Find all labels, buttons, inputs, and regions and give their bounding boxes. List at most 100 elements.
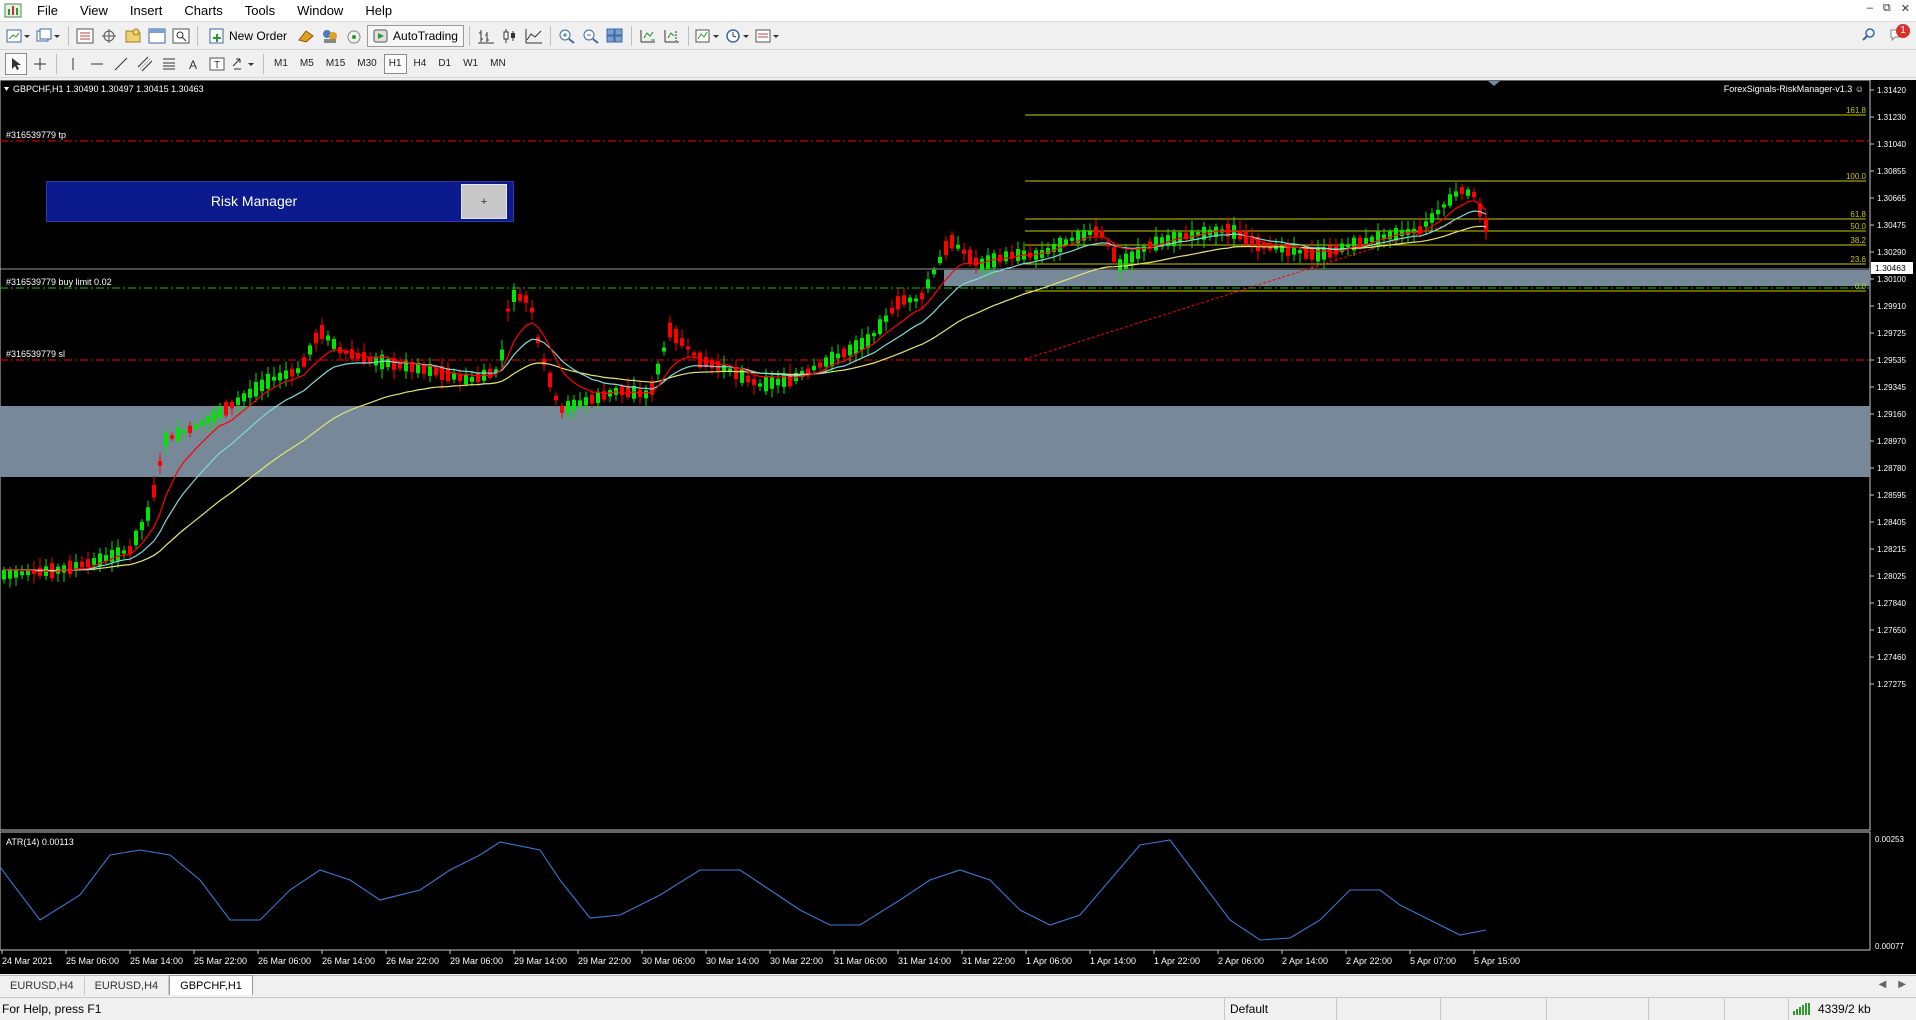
timeframe-h4[interactable]: H4 [409, 54, 432, 74]
candlestick-icon [503, 28, 515, 43]
candlestick-button[interactable] [499, 25, 521, 47]
restore-icon[interactable]: ⧉ [1883, 2, 1891, 15]
channel-button[interactable] [134, 53, 156, 75]
tab-eurusd-h4[interactable]: EURUSD,H4 [0, 977, 85, 995]
minimize-icon[interactable]: – [1867, 2, 1873, 15]
market-watch-button[interactable] [74, 25, 96, 47]
tab-scroll-left-icon[interactable]: ◀ [1879, 979, 1887, 990]
risk-manager-title[interactable]: Risk Manager [47, 182, 461, 221]
time-label: 2 Apr 22:00 [1346, 956, 1392, 966]
terminal-button[interactable] [146, 25, 168, 47]
search-icon[interactable] [1862, 27, 1876, 41]
fibonacci-icon [163, 58, 175, 69]
timeframe-mn[interactable]: MN [485, 54, 511, 74]
new-order-icon [209, 28, 224, 43]
fibonacci-button[interactable] [158, 53, 180, 75]
periods-button[interactable] [724, 25, 752, 47]
timeframe-m5[interactable]: M5 [295, 54, 319, 74]
arrows-button[interactable] [230, 53, 258, 75]
time-axis: 24 Mar 2021 25 Mar 06:00 25 Mar 14:00 25 Ma… [1, 950, 1520, 966]
strategy-tester-button[interactable] [170, 25, 192, 47]
new-chart-button[interactable] [5, 25, 33, 47]
timeframe-m1[interactable]: M1 [269, 54, 293, 74]
menu-view[interactable]: View [69, 0, 119, 22]
price-label: 1.27840 [1877, 599, 1906, 608]
resistance-zone[interactable] [944, 270, 1870, 286]
price-label: 1.30290 [1877, 248, 1906, 257]
timeframe-w1[interactable]: W1 [458, 54, 483, 74]
support-zone[interactable] [0, 406, 1870, 477]
tp-line-label: #316539779 tp [6, 130, 66, 140]
templates-button[interactable] [754, 25, 782, 47]
time-label: 1 Apr 22:00 [1154, 956, 1200, 966]
metaeditor-button[interactable] [295, 25, 317, 47]
price-label: 1.28025 [1877, 572, 1906, 581]
magnifier-icon [172, 28, 190, 43]
risk-manager-expand-button[interactable]: + [461, 184, 507, 219]
crosshair-button[interactable] [29, 53, 51, 75]
profiles-button[interactable] [35, 25, 63, 47]
toolbar-separator [68, 25, 69, 46]
zoom-in-icon [559, 29, 575, 44]
time-label: 29 Mar 22:00 [578, 956, 631, 966]
chart-window[interactable]: #316539779 tp #316539779 buy limit 0.02 … [0, 80, 1916, 974]
symbol-info: GBPCHF,H1 1.30490 1.30497 1.30415 1.3046… [13, 84, 204, 94]
auto-scroll-button[interactable] [637, 25, 659, 47]
trendline-button[interactable] [110, 53, 132, 75]
timeframe-h1[interactable]: H1 [383, 53, 407, 74]
sl-line-label: #316539779 sl [6, 349, 65, 359]
line-chart-button[interactable] [523, 25, 545, 47]
bar-chart-button[interactable] [475, 25, 497, 47]
timeframe-m15[interactable]: M15 [321, 54, 350, 74]
timeframe-m30[interactable]: M30 [352, 54, 381, 74]
chart-shift-icon [664, 29, 679, 42]
time-label: 5 Apr 07:00 [1410, 956, 1456, 966]
price-label: 1.30100 [1877, 275, 1906, 284]
price-label: 1.29345 [1877, 383, 1906, 392]
top-right-icons: 1 [1862, 24, 1910, 42]
menu-file[interactable]: File [26, 0, 69, 22]
menu-help[interactable]: Help [354, 0, 403, 22]
risk-manager-panel[interactable]: Risk Manager + [46, 181, 514, 222]
autotrading-button[interactable]: AutoTrading [367, 24, 464, 47]
data-window-button[interactable] [98, 25, 120, 47]
time-label: 30 Mar 22:00 [770, 956, 823, 966]
zoom-out-button[interactable] [580, 25, 602, 47]
tab-eurusd-h4-2[interactable]: EURUSD,H4 [85, 977, 170, 995]
trendline-icon [114, 57, 128, 70]
zoom-in-button[interactable] [556, 25, 578, 47]
new-order-button[interactable]: New Order [203, 25, 293, 47]
signals-button[interactable] [343, 25, 365, 47]
tile-windows-button[interactable] [604, 25, 626, 47]
menu-window[interactable]: Window [286, 0, 354, 22]
time-label: 26 Mar 14:00 [322, 956, 375, 966]
close-icon[interactable]: ✕ [1901, 2, 1910, 15]
menu-charts[interactable]: Charts [173, 0, 233, 22]
notifications-button[interactable]: 1 [1890, 24, 1910, 42]
connection-bars-icon [1793, 1002, 1810, 1015]
horizontal-line-button[interactable] [86, 53, 108, 75]
fib-level-label: 161.8 [1846, 106, 1867, 115]
market-button[interactable] [319, 25, 341, 47]
indicators-button[interactable] [694, 25, 722, 47]
tab-scroll-right-icon[interactable]: ▶ [1898, 979, 1906, 990]
menu-tools[interactable]: Tools [234, 0, 286, 22]
menu-insert[interactable]: Insert [119, 0, 174, 22]
cursor-button[interactable] [5, 52, 27, 75]
metaeditor-icon [298, 29, 314, 43]
status-divider [1648, 998, 1649, 1020]
tab-gbpchf-h1[interactable]: GBPCHF,H1 [169, 975, 253, 995]
tab-scroll: ◀ ▶ [1879, 979, 1906, 990]
price-label: 1.29535 [1877, 356, 1906, 365]
vertical-line-button[interactable] [62, 53, 84, 75]
navigator-button[interactable] [122, 25, 144, 47]
timeframe-d1[interactable]: D1 [433, 54, 456, 74]
chart-shift-button[interactable] [661, 25, 683, 47]
text-button[interactable]: A [182, 53, 204, 75]
text-label-button[interactable]: T [206, 53, 228, 75]
connection-status: 4339/2 kb [1792, 1002, 1871, 1016]
time-label: 1 Apr 06:00 [1026, 956, 1072, 966]
time-label: 30 Mar 06:00 [642, 956, 695, 966]
fib-level-label: 100.0 [1846, 172, 1867, 181]
cursor-icon [12, 57, 21, 70]
